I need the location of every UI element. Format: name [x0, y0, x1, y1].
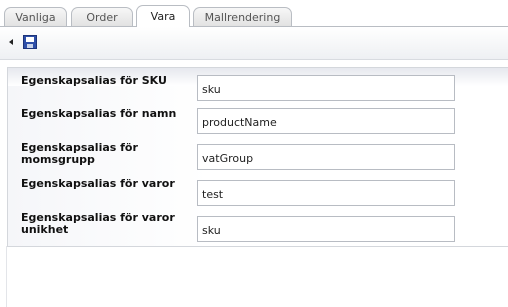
- panel-left-rule: [6, 246, 7, 307]
- vatgroup-alias-input[interactable]: [197, 144, 455, 170]
- tab-bar: Vanliga Order Vara Mallrendering: [0, 0, 508, 27]
- toolbar: [0, 27, 508, 60]
- field-label-vatgroup: Egenskapsalias för momsgrupp: [21, 141, 138, 166]
- items-alias-input[interactable]: [197, 180, 455, 206]
- name-alias-input[interactable]: [197, 108, 455, 134]
- properties-panel: Egenskapsalias för SKU Egenskapsalias fö…: [7, 67, 508, 247]
- tab-mallrendering[interactable]: Mallrendering: [193, 7, 292, 26]
- tab-order[interactable]: Order: [71, 7, 133, 26]
- items-unique-alias-input[interactable]: [197, 216, 455, 242]
- tab-vara[interactable]: Vara: [136, 5, 190, 27]
- field-label-items-unique: Egenskapsalias för varor unikhet: [21, 211, 175, 236]
- arrow-left-icon[interactable]: [9, 39, 13, 45]
- field-label-sku: Egenskapsalias för SKU: [21, 74, 167, 87]
- save-icon[interactable]: [23, 35, 37, 49]
- field-label-items: Egenskapsalias för varor: [21, 177, 175, 190]
- tab-vanliga[interactable]: Vanliga: [4, 7, 67, 26]
- field-label-name: Egenskapsalias för namn: [21, 107, 177, 120]
- sku-alias-input[interactable]: [197, 75, 455, 101]
